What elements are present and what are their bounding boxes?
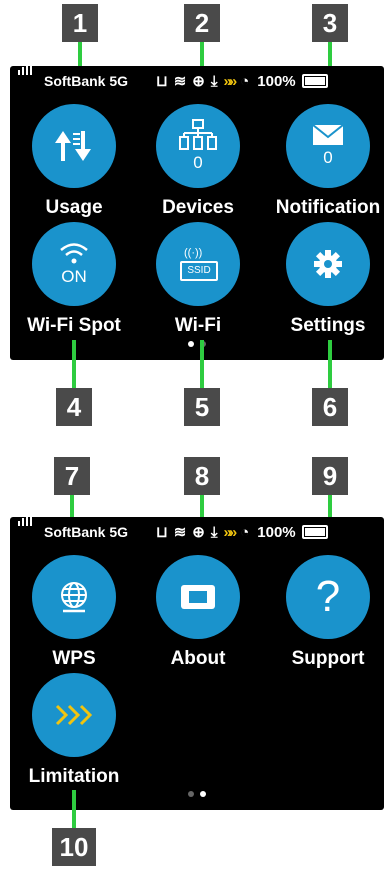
callout-5: 5 bbox=[184, 388, 220, 426]
limitation-button[interactable] bbox=[32, 673, 116, 757]
wps-app[interactable]: WPS bbox=[14, 555, 134, 670]
wps-button[interactable] bbox=[32, 555, 116, 639]
clock-icon: ◔ bbox=[240, 523, 250, 541]
notification-count: 0 bbox=[323, 148, 333, 167]
callout-7: 7 bbox=[54, 457, 90, 495]
sim-icon: ⊔ bbox=[156, 73, 168, 90]
envelope-icon bbox=[312, 124, 344, 145]
callout-line-10 bbox=[72, 790, 76, 830]
wifi-status-icon: ≋ bbox=[173, 73, 187, 90]
usage-label: Usage bbox=[45, 197, 103, 218]
devices-button[interactable]: 0 bbox=[156, 104, 240, 188]
about-label: About bbox=[170, 648, 226, 669]
about-app[interactable]: About bbox=[138, 555, 258, 670]
about-button[interactable] bbox=[156, 555, 240, 639]
callout-line-6 bbox=[328, 340, 332, 392]
callout-3: 3 bbox=[312, 4, 348, 42]
triple-chevron-icon bbox=[55, 704, 93, 726]
clock-icon: ◔ bbox=[240, 72, 250, 90]
download-icon: ⤓ bbox=[210, 523, 218, 541]
wifi-spot-button[interactable]: ON bbox=[32, 222, 116, 306]
callout-6: 6 bbox=[312, 388, 348, 426]
globe-icon: ⊕ bbox=[192, 524, 205, 541]
sim-icon: ⊔ bbox=[156, 524, 168, 541]
home-screen-page-2: SoftBank 5G ⊔ ≋ ⊕ ⤓ »» ◔ 100% WPS About … bbox=[10, 517, 384, 810]
callout-9: 9 bbox=[312, 457, 348, 495]
page-dot-1[interactable] bbox=[188, 341, 194, 347]
usage-button[interactable] bbox=[32, 104, 116, 188]
carrier-label: SoftBank 5G bbox=[44, 524, 129, 540]
callout-2: 2 bbox=[184, 4, 220, 42]
devices-count: 0 bbox=[193, 153, 203, 172]
download-icon: ⤓ bbox=[210, 72, 218, 90]
callout-4: 4 bbox=[56, 388, 92, 426]
notification-button[interactable]: 0 bbox=[286, 104, 370, 188]
battery-icon bbox=[301, 525, 328, 539]
notification-label: Notification bbox=[275, 197, 381, 218]
support-app[interactable]: ? Support bbox=[268, 555, 384, 670]
devices-tree-icon bbox=[179, 119, 217, 150]
globe-icon bbox=[61, 582, 87, 613]
wifi-status-icon: ≋ bbox=[173, 524, 187, 541]
carrier-label: SoftBank 5G bbox=[44, 73, 129, 89]
gear-icon bbox=[314, 250, 342, 278]
callout-1: 1 bbox=[62, 4, 98, 42]
callout-line-4 bbox=[72, 340, 76, 392]
limitation-status-icon: »» bbox=[223, 72, 238, 90]
callout-8: 8 bbox=[184, 457, 220, 495]
support-button[interactable]: ? bbox=[286, 555, 370, 639]
status-bar: SoftBank 5G ⊔ ≋ ⊕ ⤓ »» ◔ 100% bbox=[10, 517, 384, 547]
usage-arrows-icon bbox=[55, 131, 91, 161]
support-label: Support bbox=[291, 648, 365, 669]
page-dot-2[interactable] bbox=[200, 791, 206, 797]
battery-percent: 100% bbox=[257, 72, 296, 90]
router-icon: ((·)) SSID bbox=[176, 247, 220, 281]
wifi-button[interactable]: ((·)) SSID bbox=[156, 222, 240, 306]
limitation-status-icon: »» bbox=[223, 523, 238, 541]
wifi-spot-status: ON bbox=[61, 267, 87, 286]
wps-label: WPS bbox=[52, 648, 96, 669]
wifi-icon bbox=[60, 243, 88, 264]
wifi-app[interactable]: ((·)) SSID Wi-Fi bbox=[138, 222, 258, 337]
home-screen-page-1: SoftBank 5G ⊔ ≋ ⊕ ⤓ »» ◔ 100% Usage 0 De… bbox=[10, 66, 384, 360]
devices-label: Devices bbox=[162, 197, 234, 218]
ssid-badge: SSID bbox=[180, 261, 218, 281]
battery-icon bbox=[301, 74, 328, 88]
settings-app[interactable]: Settings bbox=[268, 222, 384, 337]
callout-line-5 bbox=[200, 340, 204, 392]
question-mark-icon: ? bbox=[315, 572, 341, 621]
battery-percent: 100% bbox=[257, 523, 296, 541]
usage-app[interactable]: Usage bbox=[14, 104, 134, 219]
settings-button[interactable] bbox=[286, 222, 370, 306]
status-bar: SoftBank 5G ⊔ ≋ ⊕ ⤓ »» ◔ 100% bbox=[10, 66, 384, 96]
limitation-app[interactable]: Limitation bbox=[14, 673, 134, 788]
wifi-spot-app[interactable]: ON Wi-Fi Spot bbox=[14, 222, 134, 337]
page-indicator[interactable] bbox=[10, 784, 384, 802]
globe-icon: ⊕ bbox=[192, 73, 205, 90]
notification-app[interactable]: 0 Notification bbox=[268, 104, 384, 219]
device-icon bbox=[181, 585, 215, 609]
devices-app[interactable]: 0 Devices bbox=[138, 104, 258, 219]
callout-10: 10 bbox=[52, 828, 96, 866]
page-dot-1[interactable] bbox=[188, 791, 194, 797]
